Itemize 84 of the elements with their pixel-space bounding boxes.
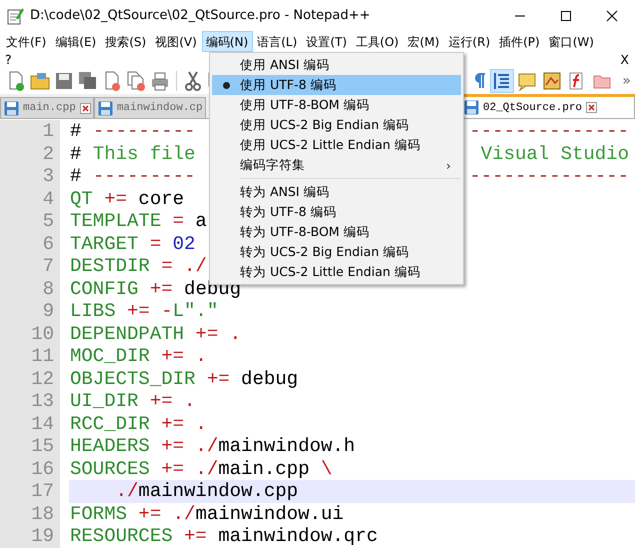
- menu-item[interactable]: 窗口(W): [544, 31, 599, 52]
- menu-item[interactable]: 文件(F): [2, 31, 52, 52]
- line-number: 10: [0, 322, 60, 345]
- line-number: 16: [0, 458, 60, 480]
- menu-item[interactable]: 宏(M): [404, 31, 444, 52]
- window-title: D:\code\02_QtSource\02_QtSource.pro - Notepad++: [30, 8, 372, 23]
- menu-option[interactable]: 使用 UTF-8 编码: [212, 75, 461, 95]
- code-line-end: --------------: [469, 120, 630, 142]
- menu-option[interactable]: 转为 UTF-8-BOM 编码: [212, 222, 461, 242]
- code-line: MOC_DIR += .: [70, 345, 207, 368]
- code-line: ./mainwindow.cpp: [114, 480, 298, 502]
- help-menu-item[interactable]: ?: [5, 52, 12, 68]
- save-all-icon[interactable]: [77, 70, 99, 92]
- save-icon: [464, 100, 479, 115]
- line-number: 2: [0, 142, 60, 165]
- close-document-button[interactable]: X: [620, 52, 629, 68]
- line-number: 7: [0, 255, 60, 278]
- line-number: 6: [0, 232, 60, 255]
- save-icon: [4, 100, 19, 116]
- line-number: 17: [0, 480, 60, 502]
- menu-option[interactable]: 使用 UCS-2 Little Endian 编码: [212, 135, 461, 155]
- submenu-arrow: ›: [446, 158, 452, 172]
- line-number: 13: [0, 390, 60, 412]
- menu-option[interactable]: 转为 UTF-8 编码: [212, 202, 461, 222]
- code-line: LIBS += -L".": [70, 300, 218, 322]
- file-tab[interactable]: mainwindow.cp: [94, 97, 206, 118]
- menu-option[interactable]: 使用 UTF-8-BOM 编码: [212, 95, 461, 115]
- code-line: DESTDIR = ./: [70, 255, 207, 278]
- save-icon: [98, 100, 113, 116]
- line-number: 14: [0, 412, 60, 435]
- scissors-icon[interactable]: [182, 70, 204, 92]
- line-number: 1: [0, 120, 60, 142]
- menu-item[interactable]: 工具(O): [352, 31, 404, 52]
- code-line: UI_DIR += .: [70, 390, 196, 412]
- notepad-icon: [6, 6, 24, 24]
- close-icon[interactable]: [606, 10, 618, 22]
- file-tab[interactable]: main.cpp: [0, 97, 94, 118]
- menu-item[interactable]: 设置(T): [302, 31, 352, 52]
- code-line: RESOURCES += mainwindow.qrc: [70, 525, 378, 548]
- line-number: 3: [0, 165, 60, 188]
- menu-item[interactable]: 语言(L): [253, 31, 302, 52]
- menu-item[interactable]: 搜索(S): [101, 31, 152, 52]
- menu-item[interactable]: 插件(P): [495, 31, 545, 52]
- code-line-end: Visual Studio: [480, 142, 630, 165]
- menu-item[interactable]: 视图(V): [151, 31, 202, 52]
- indent-guide-icon[interactable]: [491, 70, 514, 92]
- code-line: OBJECTS_DIR += debug: [70, 368, 298, 390]
- line-number: 18: [0, 502, 60, 525]
- menu-item[interactable]: 编辑(E): [51, 31, 102, 52]
- close-all-icon[interactable]: [125, 70, 147, 92]
- bullet-icon: [222, 82, 230, 88]
- line-number: 11: [0, 345, 60, 368]
- code-line-end: --------------: [469, 165, 630, 188]
- line-number: 5: [0, 210, 60, 232]
- code-line: TARGET = 02: [70, 232, 196, 255]
- save-icon[interactable]: [53, 70, 75, 92]
- menu-option[interactable]: 使用 ANSI 编码: [212, 55, 461, 75]
- code-line: # ---------: [70, 120, 196, 142]
- menu-option[interactable]: 使用 UCS-2 Big Endian 编码: [212, 115, 461, 135]
- print-icon[interactable]: [149, 70, 171, 92]
- menu-option[interactable]: 转为 UCS-2 Big Endian 编码: [212, 242, 461, 262]
- line-number: 9: [0, 300, 60, 322]
- line-number: 8: [0, 278, 60, 300]
- maximize-icon[interactable]: [560, 10, 572, 22]
- toolbar-overflow-button[interactable]: »: [616, 73, 631, 89]
- line-number: 4: [0, 188, 60, 210]
- code-line: QT += core: [70, 188, 184, 210]
- menu-item[interactable]: 运行(R): [444, 31, 496, 52]
- code-line: # This file: [70, 142, 196, 165]
- line-number: 15: [0, 435, 60, 458]
- line-number: 12: [0, 368, 60, 390]
- menu-option[interactable]: 转为 ANSI 编码: [212, 182, 461, 202]
- code-line: RCC_DIR += .: [70, 412, 207, 435]
- line-number: 19: [0, 525, 60, 548]
- menu-item[interactable]: 编码(N): [202, 31, 254, 52]
- code-line: HEADERS += ./mainwindow.h: [70, 435, 356, 458]
- code-line: DEPENDPATH += .: [70, 322, 242, 345]
- code-line: # ---------: [70, 165, 196, 188]
- code-line: FORMS += ./mainwindow.ui: [70, 502, 344, 525]
- open-folder-icon[interactable]: [29, 70, 51, 92]
- code-line: TEMPLATE = a: [70, 210, 207, 232]
- menu-option[interactable]: 编码字符集 ›: [212, 155, 461, 175]
- menu-option[interactable]: 转为 UCS-2 Little Endian 编码: [212, 262, 461, 282]
- code-line: SOURCES += ./main.cpp \: [70, 458, 332, 480]
